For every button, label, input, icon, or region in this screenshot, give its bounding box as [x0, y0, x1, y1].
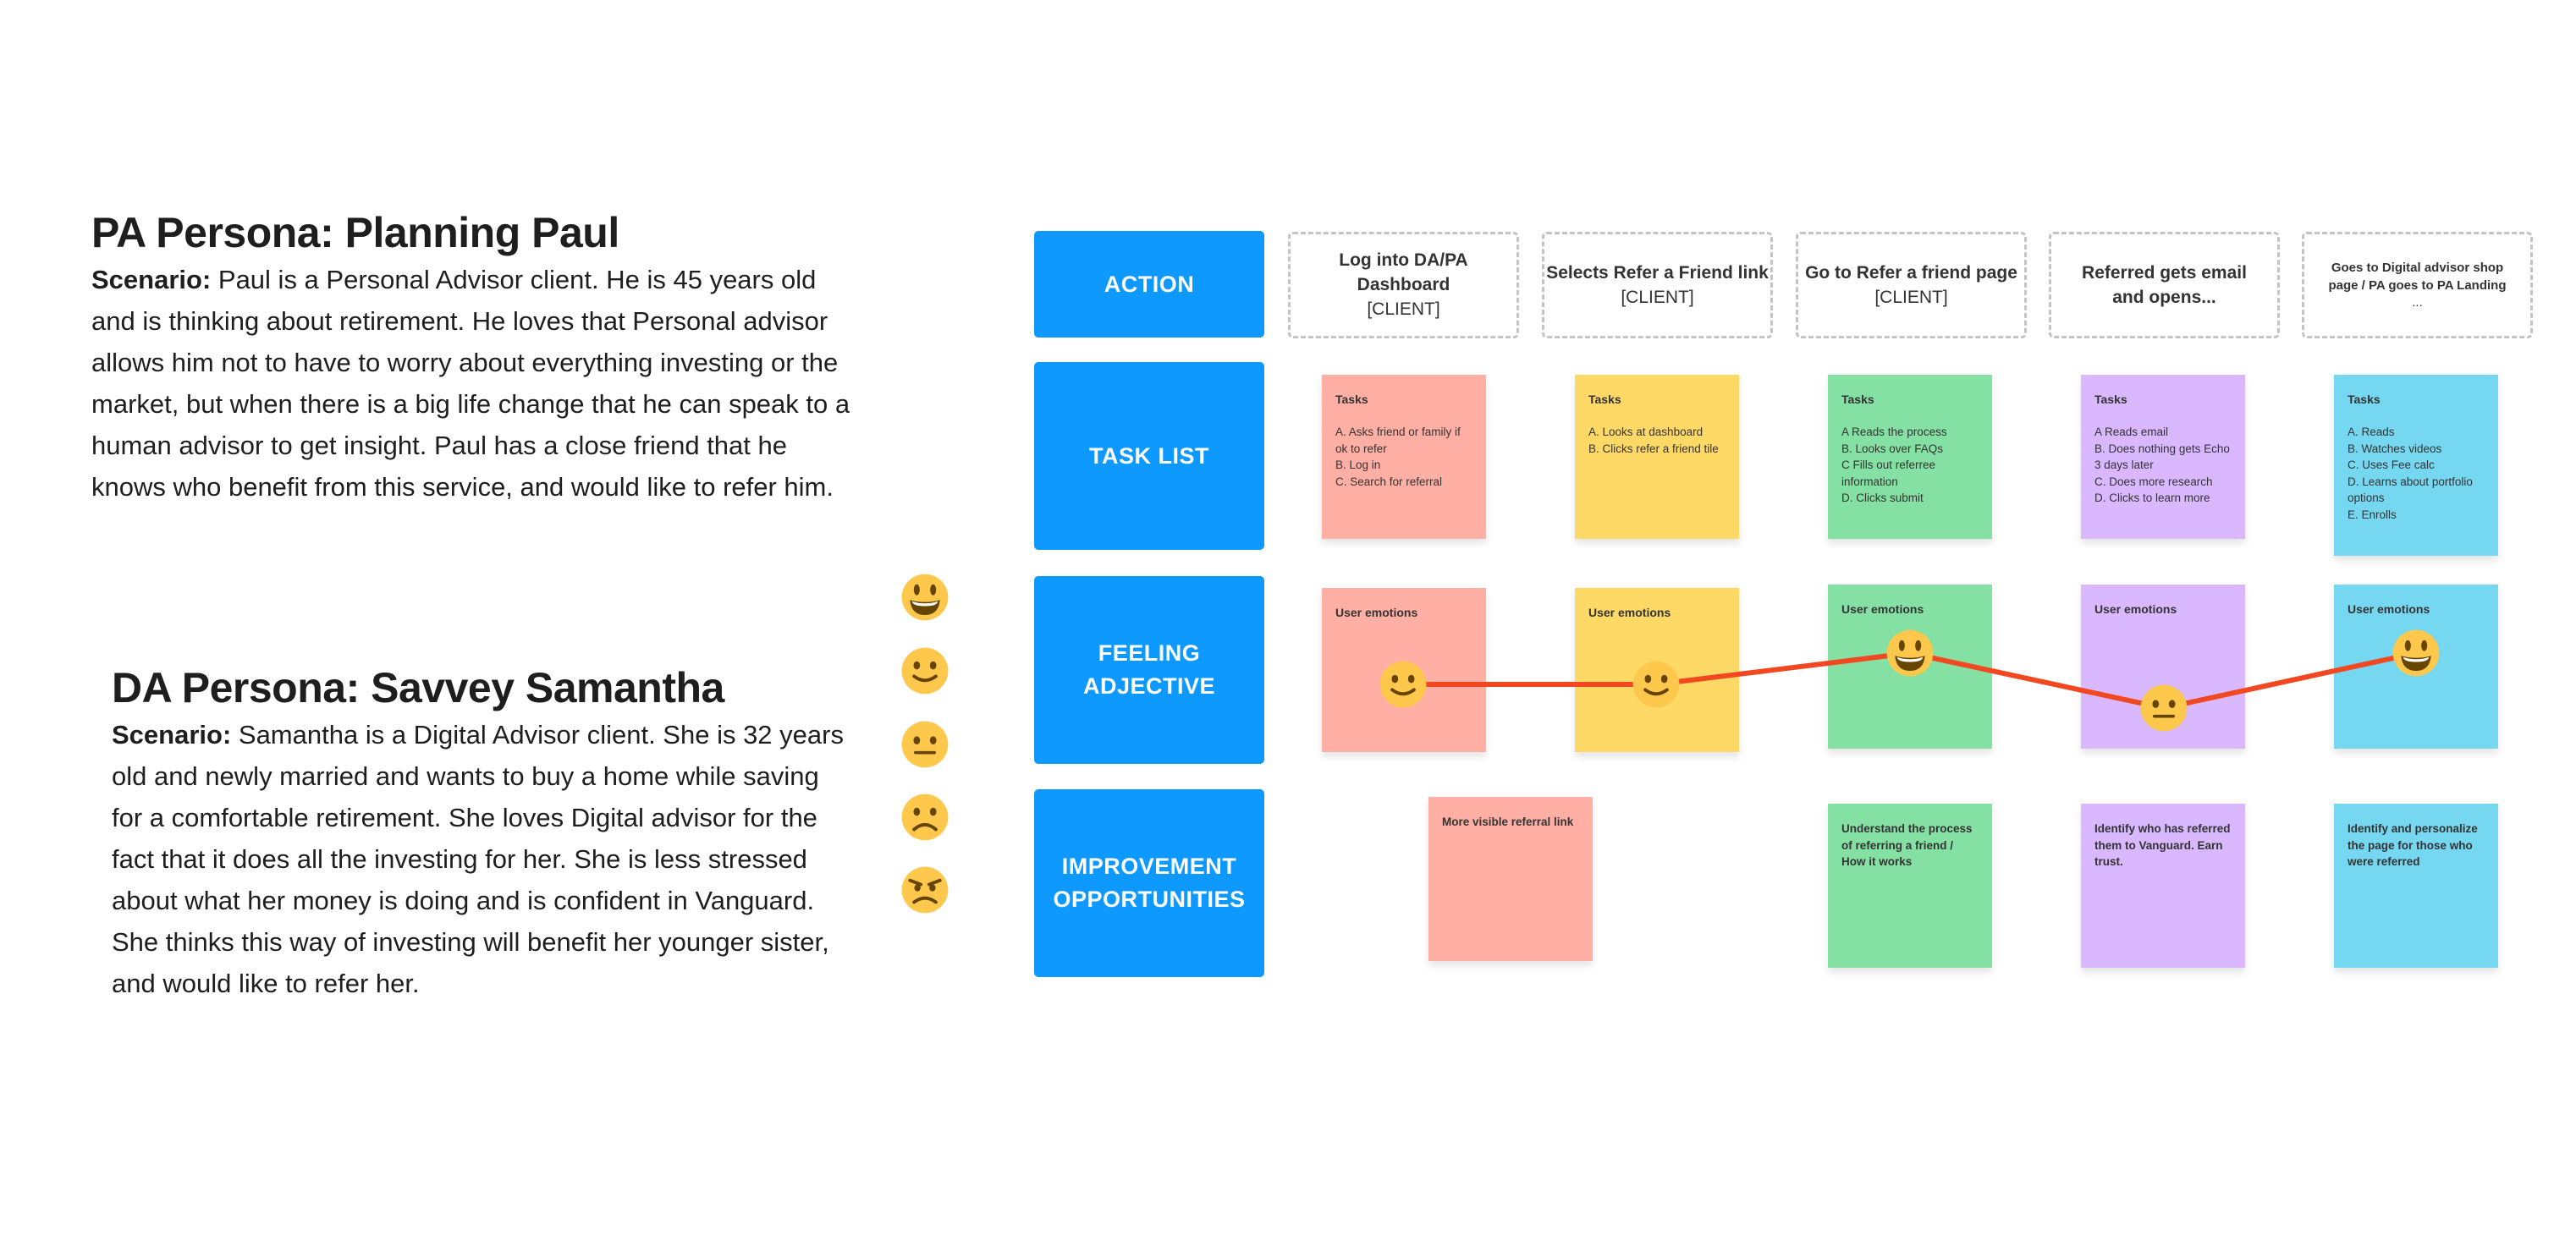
task-heading: Tasks: [1335, 393, 1368, 406]
improvement-sticky[interactable]: Identify and personalize the page for th…: [2334, 804, 2498, 968]
row-label-feeling: FEELING ADJECTIVE: [1034, 576, 1264, 764]
task-sticky[interactable]: Tasks A Reads email B. Does nothing gets…: [2081, 375, 2245, 539]
row-label-action: ACTION: [1034, 231, 1264, 338]
action-title: Goes to Digital advisor shop page / PA g…: [2328, 261, 2507, 293]
row-label-task-list-text: TASK LIST: [1089, 442, 1209, 469]
improvement-text: Identify and personalize the page for th…: [2348, 822, 2478, 868]
action-subtitle: [CLIENT]: [1874, 287, 1948, 307]
task-list: A. Looks at dashboard B. Clicks refer a …: [1588, 426, 1719, 455]
row-label-feeling-line2: ADJECTIVE: [1082, 673, 1216, 699]
task-list: A Reads the process B. Looks over FAQs C…: [1841, 426, 1947, 504]
task-list: A. Asks friend or family if ok to refer …: [1335, 426, 1461, 488]
row-label-action-text: ACTION: [1104, 271, 1195, 297]
persona-pa-title: PA Persona: Planning Paul: [91, 209, 619, 256]
emotion-sticky[interactable]: User emotions: [1575, 588, 1739, 752]
persona-pa-scenario: Scenario: Paul is a Personal Advisor cli…: [91, 259, 853, 508]
neutral-face-icon: [900, 720, 949, 769]
action-subtitle: [CLIENT]: [1621, 287, 1694, 307]
scenario-text: Paul is a Personal Advisor client. He is…: [91, 265, 850, 502]
persona-pa: PA Persona: Planning Paul Scenario: Paul…: [91, 208, 853, 508]
action-subtitle: ...: [2412, 295, 2423, 310]
emotion-sticky[interactable]: User emotions: [2334, 585, 2498, 749]
action-card[interactable]: Go to Refer a friend page [CLIENT]: [1796, 232, 2027, 338]
scenario-label: Scenario:: [91, 265, 212, 294]
angry-face-icon: [900, 865, 949, 914]
action-title: Go to Refer a friend page: [1805, 262, 2017, 283]
row-label-feeling-line1: FEELING: [1098, 640, 1201, 666]
improvement-sticky[interactable]: More visible referral link: [1428, 797, 1593, 961]
emotion-sticky[interactable]: User emotions: [2081, 585, 2245, 749]
improvement-text: Identify who has referred them to Vangua…: [2094, 822, 2231, 868]
emotion-heading: User emotions: [2094, 602, 2177, 616]
emotion-sticky[interactable]: User emotions: [1828, 585, 1992, 749]
task-sticky[interactable]: Tasks A. Asks friend or family if ok to …: [1322, 375, 1486, 539]
task-sticky[interactable]: Tasks A. Looks at dashboard B. Clicks re…: [1575, 375, 1739, 539]
persona-da: DA Persona: Savvey Samantha Scenario: Sa…: [112, 663, 856, 1004]
task-list: A Reads email B. Does nothing gets Echo …: [2094, 426, 2230, 504]
scenario-text: Samantha is a Digital Advisor client. Sh…: [112, 720, 844, 998]
emotion-heading: User emotions: [1335, 606, 1418, 619]
task-list: A. Reads B. Watches videos C. Uses Fee c…: [2348, 426, 2473, 521]
action-card[interactable]: Log into DA/PA Dashboard [CLIENT]: [1288, 232, 1519, 338]
grinning-face-icon: [900, 573, 949, 622]
emotion-heading: User emotions: [2348, 602, 2430, 616]
improvement-sticky[interactable]: Understand the process of referring a fr…: [1828, 804, 1992, 968]
improvement-text: More visible referral link: [1442, 815, 1574, 828]
row-label-task-list: TASK LIST: [1034, 362, 1264, 550]
task-sticky[interactable]: Tasks A Reads the process B. Looks over …: [1828, 375, 1992, 539]
improvement-text: Understand the process of referring a fr…: [1841, 822, 1973, 868]
task-heading: Tasks: [2094, 393, 2127, 406]
row-label-improvement: IMPROVEMENT OPPORTUNITIES: [1034, 789, 1264, 977]
task-heading: Tasks: [1588, 393, 1621, 406]
task-heading: Tasks: [1841, 393, 1874, 406]
emotion-heading: User emotions: [1588, 606, 1671, 619]
persona-da-scenario: Scenario: Samantha is a Digital Advisor …: [112, 714, 856, 1004]
action-card[interactable]: Goes to Digital advisor shop page / PA g…: [2302, 232, 2533, 338]
task-sticky[interactable]: Tasks A. Reads B. Watches videos C. Uses…: [2334, 375, 2498, 556]
task-heading: Tasks: [2348, 393, 2381, 406]
emotion-heading: User emotions: [1841, 602, 1924, 616]
row-label-improvement-line1: IMPROVEMENT: [1061, 854, 1237, 879]
scenario-label: Scenario:: [112, 720, 232, 750]
persona-da-title: DA Persona: Savvey Samantha: [112, 664, 724, 711]
slightly-smiling-face-icon: [900, 646, 949, 695]
action-card[interactable]: Referred gets email and opens...: [2049, 232, 2280, 338]
action-title: Selects Refer a Friend link: [1546, 262, 1769, 283]
action-card[interactable]: Selects Refer a Friend link [CLIENT]: [1542, 232, 1773, 338]
action-title: Referred gets email and opens...: [2082, 263, 2247, 307]
improvement-sticky[interactable]: Identify who has referred them to Vangua…: [2081, 804, 2245, 968]
slightly-frowning-face-icon: [900, 793, 949, 842]
action-subtitle: [CLIENT]: [1367, 299, 1440, 319]
action-title: Log into DA/PA Dashboard: [1339, 250, 1468, 294]
emotion-sticky[interactable]: User emotions: [1322, 588, 1486, 752]
row-label-improvement-line2: OPPORTUNITIES: [1053, 887, 1246, 912]
